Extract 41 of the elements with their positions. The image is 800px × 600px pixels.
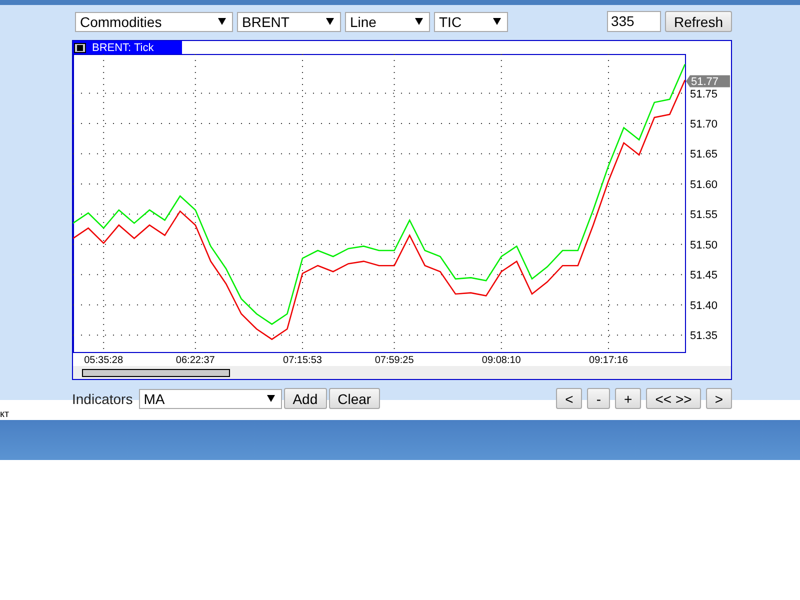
axis-label: 09:17:16 — [589, 355, 628, 366]
axis-label: 07:59:25 — [374, 355, 414, 366]
caret-icon — [266, 395, 275, 402]
dropdown[interactable]: BRENT — [237, 12, 341, 32]
axis-label: 51.40 — [690, 300, 718, 312]
chart-icon — [74, 42, 86, 52]
dropdown[interactable]: Line — [345, 12, 430, 32]
axis-label: 51.45 — [690, 270, 718, 282]
chart-tab[interactable]: BRENT: Tick — [73, 41, 182, 54]
axis-label: 06:22:37 — [176, 355, 215, 366]
nav-button[interactable]: + — [615, 388, 642, 409]
axis-label: 05:35:28 — [84, 355, 124, 366]
nav-button[interactable]: << >> — [646, 388, 701, 409]
refresh-button[interactable]: Refresh — [664, 11, 732, 32]
action-button[interactable]: Clear — [328, 388, 380, 409]
nav-button[interactable]: - — [587, 388, 610, 409]
axis-label: 51.65 — [690, 148, 718, 161]
caret-icon — [493, 18, 501, 25]
nav-button[interactable]: < — [556, 388, 582, 409]
axis-label: 09:08:10 — [482, 355, 521, 366]
scrollbar-thumb[interactable] — [82, 368, 230, 376]
axis-label: 51.50 — [690, 239, 718, 252]
axis-label: 51.60 — [690, 178, 718, 191]
axis-label: 51.35 — [690, 330, 718, 342]
caret-icon — [415, 18, 423, 25]
dropdown[interactable]: TIC — [434, 12, 508, 32]
axis-label: 07:15:53 — [283, 355, 322, 366]
count-field[interactable]: 335 — [606, 11, 661, 32]
footer-text: кт — [0, 409, 10, 420]
price-label: 51.77 — [686, 75, 730, 88]
axis-label: 51.55 — [690, 209, 718, 222]
indicators-label: Indicators — [72, 390, 133, 406]
scrollbar[interactable] — [73, 366, 731, 379]
indicator-dropdown[interactable]: MA — [138, 388, 282, 408]
axis-label: 51.75 — [690, 88, 718, 100]
nav-button[interactable]: > — [706, 388, 732, 409]
axis-label: 51.70 — [690, 118, 718, 131]
action-button[interactable]: Add — [284, 388, 327, 409]
dropdown[interactable]: Commodities — [75, 12, 233, 32]
caret-icon — [218, 18, 226, 25]
caret-icon — [326, 18, 334, 25]
